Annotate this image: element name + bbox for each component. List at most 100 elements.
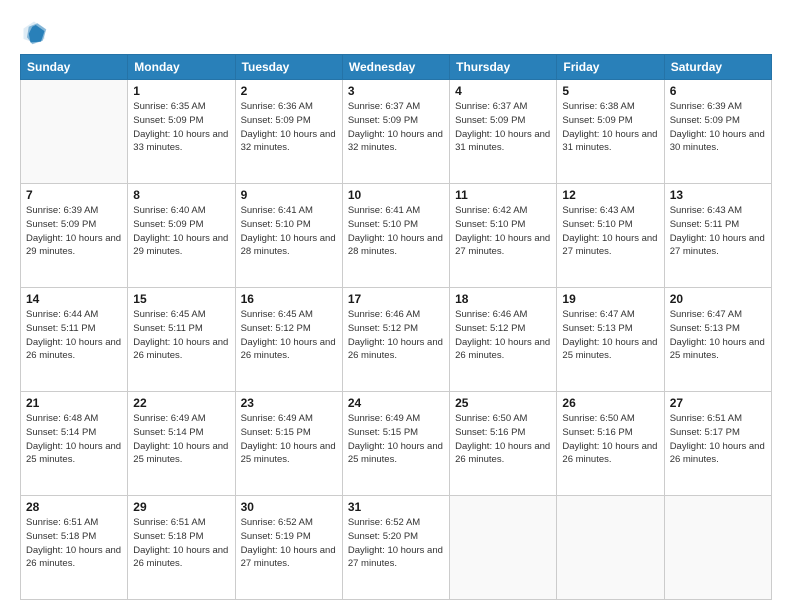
calendar-cell: 7 Sunrise: 6:39 AM Sunset: 5:09 PM Daylig… <box>21 184 128 288</box>
day-info: Sunrise: 6:35 AM Sunset: 5:09 PM Dayligh… <box>133 100 229 155</box>
calendar-cell: 2Sunrise: 6:36 AM Sunset: 5:09 PM Daylig… <box>235 80 342 184</box>
day-number: 23 <box>241 396 337 410</box>
day-info: Sunrise: 6:47 AM Sunset: 5:13 PM Dayligh… <box>670 308 766 363</box>
day-number: 21 <box>26 396 122 410</box>
day-info: Sunrise: 6:48 AM Sunset: 5:14 PM Dayligh… <box>26 412 122 467</box>
calendar-cell: 6 Sunrise: 6:39 AM Sunset: 5:09 PM Daylig… <box>664 80 771 184</box>
calendar-cell: 8 Sunrise: 6:40 AM Sunset: 5:09 PM Daylig… <box>128 184 235 288</box>
calendar-cell: 12 Sunrise: 6:43 AM Sunset: 5:10 PM Dayli… <box>557 184 664 288</box>
calendar-cell: 21 Sunrise: 6:48 AM Sunset: 5:14 PM Dayli… <box>21 392 128 496</box>
calendar-week-2: 14 Sunrise: 6:44 AM Sunset: 5:11 PM Dayli… <box>21 288 772 392</box>
day-info: Sunrise: 6:45 AM Sunset: 5:12 PM Dayligh… <box>241 308 337 363</box>
day-number: 25 <box>455 396 551 410</box>
day-number: 19 <box>562 292 658 306</box>
day-number: 22 <box>133 396 229 410</box>
calendar-week-3: 21 Sunrise: 6:48 AM Sunset: 5:14 PM Dayli… <box>21 392 772 496</box>
header <box>20 18 772 46</box>
day-info: Sunrise: 6:37 AM Sunset: 5:09 PM Dayligh… <box>348 100 444 155</box>
calendar-cell: 1 Sunrise: 6:35 AM Sunset: 5:09 PM Daylig… <box>128 80 235 184</box>
calendar-cell: 19 Sunrise: 6:47 AM Sunset: 5:13 PM Dayli… <box>557 288 664 392</box>
day-info: Sunrise: 6:38 AM Sunset: 5:09 PM Dayligh… <box>562 100 658 155</box>
calendar-cell: 22 Sunrise: 6:49 AM Sunset: 5:14 PM Dayli… <box>128 392 235 496</box>
day-info: Sunrise: 6:41 AM Sunset: 5:10 PM Dayligh… <box>241 204 337 259</box>
day-number: 15 <box>133 292 229 306</box>
calendar-cell: 16 Sunrise: 6:45 AM Sunset: 5:12 PM Dayli… <box>235 288 342 392</box>
logo-icon <box>20 18 48 46</box>
calendar-cell: 3 Sunrise: 6:37 AM Sunset: 5:09 PM Daylig… <box>342 80 449 184</box>
day-number: 10 <box>348 188 444 202</box>
calendar-cell: 30 Sunrise: 6:52 AM Sunset: 5:19 PM Dayli… <box>235 496 342 600</box>
day-info: Sunrise: 6:36 AM Sunset: 5:09 PM Dayligh… <box>241 100 337 155</box>
day-number: 30 <box>241 500 337 514</box>
logo <box>20 18 52 46</box>
day-info: Sunrise: 6:50 AM Sunset: 5:16 PM Dayligh… <box>562 412 658 467</box>
calendar-table: SundayMondayTuesdayWednesdayThursdayFrid… <box>20 54 772 600</box>
day-info: Sunrise: 6:40 AM Sunset: 5:09 PM Dayligh… <box>133 204 229 259</box>
day-info: Sunrise: 6:42 AM Sunset: 5:10 PM Dayligh… <box>455 204 551 259</box>
day-number: 27 <box>670 396 766 410</box>
weekday-header-wednesday: Wednesday <box>342 55 449 80</box>
day-number: 24 <box>348 396 444 410</box>
day-number: 5 <box>562 84 658 98</box>
day-info: Sunrise: 6:52 AM Sunset: 5:19 PM Dayligh… <box>241 516 337 571</box>
calendar-cell: 11 Sunrise: 6:42 AM Sunset: 5:10 PM Dayli… <box>450 184 557 288</box>
day-number: 16 <box>241 292 337 306</box>
calendar-cell: 24Sunrise: 6:49 AM Sunset: 5:15 PM Dayli… <box>342 392 449 496</box>
weekday-header-monday: Monday <box>128 55 235 80</box>
calendar-cell: 27 Sunrise: 6:51 AM Sunset: 5:17 PM Dayli… <box>664 392 771 496</box>
day-info: Sunrise: 6:43 AM Sunset: 5:11 PM Dayligh… <box>670 204 766 259</box>
day-info: Sunrise: 6:49 AM Sunset: 5:15 PM Dayligh… <box>241 412 337 467</box>
day-number: 20 <box>670 292 766 306</box>
day-number: 26 <box>562 396 658 410</box>
day-info: Sunrise: 6:45 AM Sunset: 5:11 PM Dayligh… <box>133 308 229 363</box>
day-number: 28 <box>26 500 122 514</box>
calendar-cell <box>450 496 557 600</box>
day-info: Sunrise: 6:51 AM Sunset: 5:17 PM Dayligh… <box>670 412 766 467</box>
day-info: Sunrise: 6:46 AM Sunset: 5:12 PM Dayligh… <box>455 308 551 363</box>
day-number: 29 <box>133 500 229 514</box>
calendar-cell: 10 Sunrise: 6:41 AM Sunset: 5:10 PM Dayli… <box>342 184 449 288</box>
day-number: 13 <box>670 188 766 202</box>
calendar-header-row: SundayMondayTuesdayWednesdayThursdayFrid… <box>21 55 772 80</box>
weekday-header-sunday: Sunday <box>21 55 128 80</box>
calendar-cell: 4 Sunrise: 6:37 AM Sunset: 5:09 PM Daylig… <box>450 80 557 184</box>
day-info: Sunrise: 6:41 AM Sunset: 5:10 PM Dayligh… <box>348 204 444 259</box>
calendar-cell: 18Sunrise: 6:46 AM Sunset: 5:12 PM Dayli… <box>450 288 557 392</box>
calendar-cell: 14 Sunrise: 6:44 AM Sunset: 5:11 PM Dayli… <box>21 288 128 392</box>
calendar-week-4: 28 Sunrise: 6:51 AM Sunset: 5:18 PM Dayli… <box>21 496 772 600</box>
day-number: 17 <box>348 292 444 306</box>
day-info: Sunrise: 6:50 AM Sunset: 5:16 PM Dayligh… <box>455 412 551 467</box>
day-number: 14 <box>26 292 122 306</box>
calendar-cell <box>21 80 128 184</box>
day-info: Sunrise: 6:39 AM Sunset: 5:09 PM Dayligh… <box>670 100 766 155</box>
day-info: Sunrise: 6:49 AM Sunset: 5:14 PM Dayligh… <box>133 412 229 467</box>
day-info: Sunrise: 6:37 AM Sunset: 5:09 PM Dayligh… <box>455 100 551 155</box>
day-number: 11 <box>455 188 551 202</box>
weekday-header-tuesday: Tuesday <box>235 55 342 80</box>
calendar-cell: 15 Sunrise: 6:45 AM Sunset: 5:11 PM Dayli… <box>128 288 235 392</box>
calendar-week-0: 1 Sunrise: 6:35 AM Sunset: 5:09 PM Daylig… <box>21 80 772 184</box>
day-info: Sunrise: 6:44 AM Sunset: 5:11 PM Dayligh… <box>26 308 122 363</box>
calendar-cell <box>664 496 771 600</box>
calendar-cell: 9Sunrise: 6:41 AM Sunset: 5:10 PM Daylig… <box>235 184 342 288</box>
day-info: Sunrise: 6:52 AM Sunset: 5:20 PM Dayligh… <box>348 516 444 571</box>
day-number: 12 <box>562 188 658 202</box>
calendar-cell: 17 Sunrise: 6:46 AM Sunset: 5:12 PM Dayli… <box>342 288 449 392</box>
day-number: 6 <box>670 84 766 98</box>
weekday-header-thursday: Thursday <box>450 55 557 80</box>
day-number: 4 <box>455 84 551 98</box>
day-info: Sunrise: 6:51 AM Sunset: 5:18 PM Dayligh… <box>133 516 229 571</box>
day-number: 1 <box>133 84 229 98</box>
day-number: 3 <box>348 84 444 98</box>
day-info: Sunrise: 6:46 AM Sunset: 5:12 PM Dayligh… <box>348 308 444 363</box>
calendar-cell: 5 Sunrise: 6:38 AM Sunset: 5:09 PM Daylig… <box>557 80 664 184</box>
day-info: Sunrise: 6:47 AM Sunset: 5:13 PM Dayligh… <box>562 308 658 363</box>
calendar-cell: 13 Sunrise: 6:43 AM Sunset: 5:11 PM Dayli… <box>664 184 771 288</box>
calendar-cell: 29 Sunrise: 6:51 AM Sunset: 5:18 PM Dayli… <box>128 496 235 600</box>
day-info: Sunrise: 6:43 AM Sunset: 5:10 PM Dayligh… <box>562 204 658 259</box>
day-number: 7 <box>26 188 122 202</box>
day-number: 8 <box>133 188 229 202</box>
day-info: Sunrise: 6:39 AM Sunset: 5:09 PM Dayligh… <box>26 204 122 259</box>
weekday-header-saturday: Saturday <box>664 55 771 80</box>
calendar-cell: 31Sunrise: 6:52 AM Sunset: 5:20 PM Dayli… <box>342 496 449 600</box>
